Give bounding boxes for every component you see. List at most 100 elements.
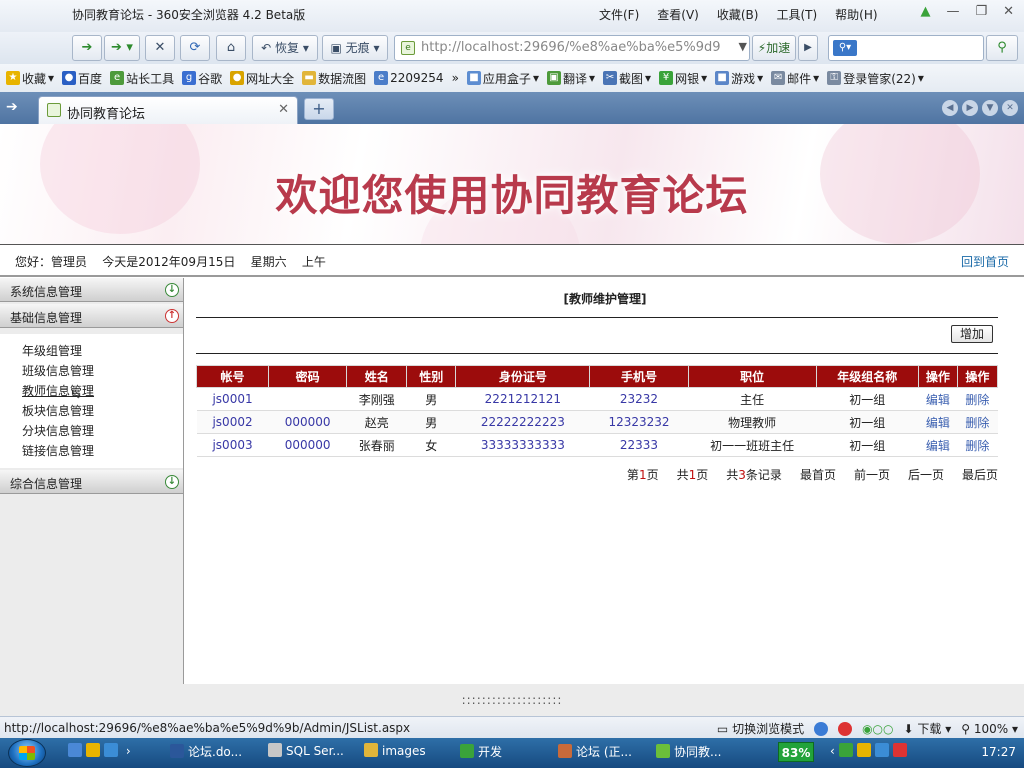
column-header: 职位 [687, 365, 817, 388]
zoom-control[interactable]: ⚲ 100% ▾ [961, 722, 1018, 736]
start-button[interactable] [8, 739, 46, 767]
bookmark-dataflow[interactable]: ▬ 数据流图 [302, 70, 366, 87]
sidebar-item-boards[interactable]: 板块信息管理 [22, 402, 94, 419]
sidebar-item-teachers[interactable]: 教师信息管理 [22, 382, 94, 399]
last-page-link[interactable]: 最后页 [962, 466, 998, 483]
add-teacher-button[interactable]: 增加 [951, 325, 993, 343]
menu-tools[interactable]: 工具(T) [776, 6, 817, 23]
menu-help[interactable]: 帮助(H) [835, 6, 877, 23]
taskbar-item-forum[interactable]: 论坛 (正... [558, 743, 632, 760]
clock[interactable]: 17:27 [981, 745, 1016, 759]
close-window-icon[interactable]: ✕ [1003, 4, 1014, 19]
sidebar-section-comprehensive[interactable]: 综合信息管理 ↓ [0, 470, 183, 494]
delete-link[interactable]: 删除 [957, 410, 998, 434]
taskbar-item-images-folder[interactable]: images [364, 743, 426, 758]
switch-mode-button[interactable]: ▭ 切换浏览模式 [717, 720, 804, 737]
taskbar-item-sql-server[interactable]: SQL Ser... [268, 743, 344, 758]
menu-view[interactable]: 查看(V) [657, 6, 699, 23]
tab-close-icon[interactable]: ✕ [278, 102, 289, 117]
incognito-button[interactable]: ▣ 无痕 ▾ [322, 35, 388, 61]
taskbar-item-word[interactable]: 论坛.do... [170, 743, 242, 760]
tab-scroll-left-icon[interactable]: ◀ [942, 100, 958, 116]
sidebar-item-links[interactable]: 链接信息管理 [22, 442, 94, 459]
ie-mode-icon[interactable] [814, 721, 829, 736]
next-page-link[interactable]: 后一页 [908, 466, 944, 483]
more-bookmarks-icon[interactable]: » [452, 71, 459, 85]
bookmark-favorites[interactable]: ★ 收藏 ▾ [6, 70, 54, 87]
tray-icons[interactable]: ‹ [830, 743, 911, 758]
first-page-link[interactable]: 最首页 [800, 466, 836, 483]
bookmark-google[interactable]: g 谷歌 [182, 70, 222, 87]
forward-button[interactable]: ➔ ▾ [104, 35, 140, 61]
back-button[interactable]: ➔ [72, 35, 102, 61]
bookmark-app-box[interactable]: ■ 应用盒子 ▾ [466, 70, 539, 87]
panel-resize-grip[interactable]: :::::::::::::::::::: [0, 684, 1024, 716]
edit-link[interactable]: 编辑 [918, 433, 958, 457]
tab-scroll-right-icon[interactable]: ▶ [962, 100, 978, 116]
new-tab-button[interactable]: + [304, 98, 334, 120]
delete-link[interactable]: 删除 [957, 433, 998, 457]
address-input[interactable]: http://localhost:29696/%e8%ae%ba%e5%9d9 [421, 40, 721, 55]
menu-file[interactable]: 文件(F) [599, 6, 639, 23]
expand-icon[interactable]: ↓ [165, 283, 179, 297]
tab-close-all-icon[interactable]: ✕ [1002, 100, 1018, 116]
back-home-link[interactable]: 回到首页 [961, 253, 1009, 270]
sidebar-toggle-icon[interactable]: ➔ [6, 99, 18, 115]
delete-link[interactable]: 删除 [957, 387, 998, 411]
address-dropdown-icon[interactable]: ▼ [739, 40, 747, 53]
battery-indicator[interactable]: 83% [778, 742, 814, 762]
toggle-switch-icon[interactable]: ◉○○ [862, 722, 893, 736]
quick-launch-icons[interactable]: › [68, 743, 131, 758]
sidebar-item-sub-boards[interactable]: 分块信息管理 [22, 422, 94, 439]
search-input[interactable]: ⚲▾ [828, 35, 984, 61]
collapse-icon[interactable]: ↑ [165, 309, 179, 323]
cell-account: js0003 [196, 433, 269, 457]
address-bar[interactable]: e http://localhost:29696/%e8%ae%ba%e5%9d… [394, 35, 750, 61]
sidebar-item-classes[interactable]: 班级信息管理 [22, 362, 94, 379]
bookmark-webmaster-tools[interactable]: e 站长工具 [110, 70, 174, 87]
tab-strip: ➔ 协同教育论坛 ✕ + ◀ ▶ ▼ ✕ [0, 92, 1024, 124]
prev-page-link[interactable]: 前一页 [854, 466, 890, 483]
cell-grade-group: 初一组 [816, 410, 919, 434]
bookmark-baidu[interactable]: ● 百度 [62, 70, 102, 87]
edit-link[interactable]: 编辑 [918, 410, 958, 434]
accelerate-button[interactable]: ⚡加速 [752, 35, 796, 61]
bookmark-mail[interactable]: ✉ 邮件 ▾ [771, 70, 819, 87]
bookmark-games[interactable]: ■ 游戏 ▾ [715, 70, 763, 87]
skin-icon[interactable]: ▲ [920, 4, 930, 19]
sidebar-section-system[interactable]: 系统信息管理 ↓ [0, 278, 183, 302]
tab-active[interactable]: 协同教育论坛 ✕ [38, 96, 298, 124]
taskbar-item-label: 论坛 (正... [576, 745, 632, 759]
table-header-row: 帐号 密码 姓名 性别 身份证号 手机号 职位 年级组名称 操作 操作 [195, 365, 999, 388]
edit-link[interactable]: 编辑 [918, 387, 958, 411]
sidebar-item-grade-groups[interactable]: 年级组管理 [22, 342, 82, 359]
tab-list-icon[interactable]: ▼ [982, 100, 998, 116]
cell-phone: 22333 [589, 433, 689, 457]
restore-window-icon[interactable]: ❐ [975, 4, 987, 19]
security-icon[interactable] [838, 721, 853, 736]
pager-text: 第 [626, 468, 639, 482]
search-engine-icon[interactable]: ⚲▾ [833, 40, 857, 56]
bookmark-url-directory[interactable]: ● 网址大全 [230, 70, 294, 87]
restore-button[interactable]: ↶ 恢复 ▾ [252, 35, 318, 61]
bookmark-2209254[interactable]: e 2209254 [374, 71, 444, 85]
sidebar-section-basic[interactable]: 基础信息管理 ↑ [0, 304, 183, 328]
bookmark-translate[interactable]: ▣ 翻译 ▾ [546, 70, 595, 87]
minimize-icon[interactable]: — [946, 4, 959, 19]
expand-icon[interactable]: ↓ [165, 475, 179, 489]
menu-favorites[interactable]: 收藏(B) [717, 6, 759, 23]
search-button[interactable]: ⚲ [986, 35, 1018, 61]
bookmark-label: 网址大全 [246, 71, 295, 86]
taskbar-item-dev[interactable]: 开发 [460, 743, 502, 760]
refresh-button[interactable]: ⟳ [180, 35, 210, 61]
bookmark-ebank[interactable]: ¥ 网银 ▾ [659, 70, 707, 87]
go-button[interactable]: ▶ [798, 35, 818, 61]
download-button[interactable]: ⬇ 下载 ▾ [904, 720, 952, 737]
stop-button[interactable]: ✕ [145, 35, 175, 61]
bookmark-screenshot[interactable]: ✂ 截图 ▾ [603, 70, 651, 87]
pager-text: 页 [646, 468, 659, 482]
bookmark-login-manager[interactable]: ⚿ 登录管家(22) ▾ [827, 70, 924, 87]
taskbar-item-browser[interactable]: 协同教... [656, 743, 721, 760]
sidebar-items: 年级组管理 班级信息管理 教师信息管理 板块信息管理 分块信息管理 链接信息管理 [0, 334, 183, 468]
home-button[interactable]: ⌂ [216, 35, 246, 61]
